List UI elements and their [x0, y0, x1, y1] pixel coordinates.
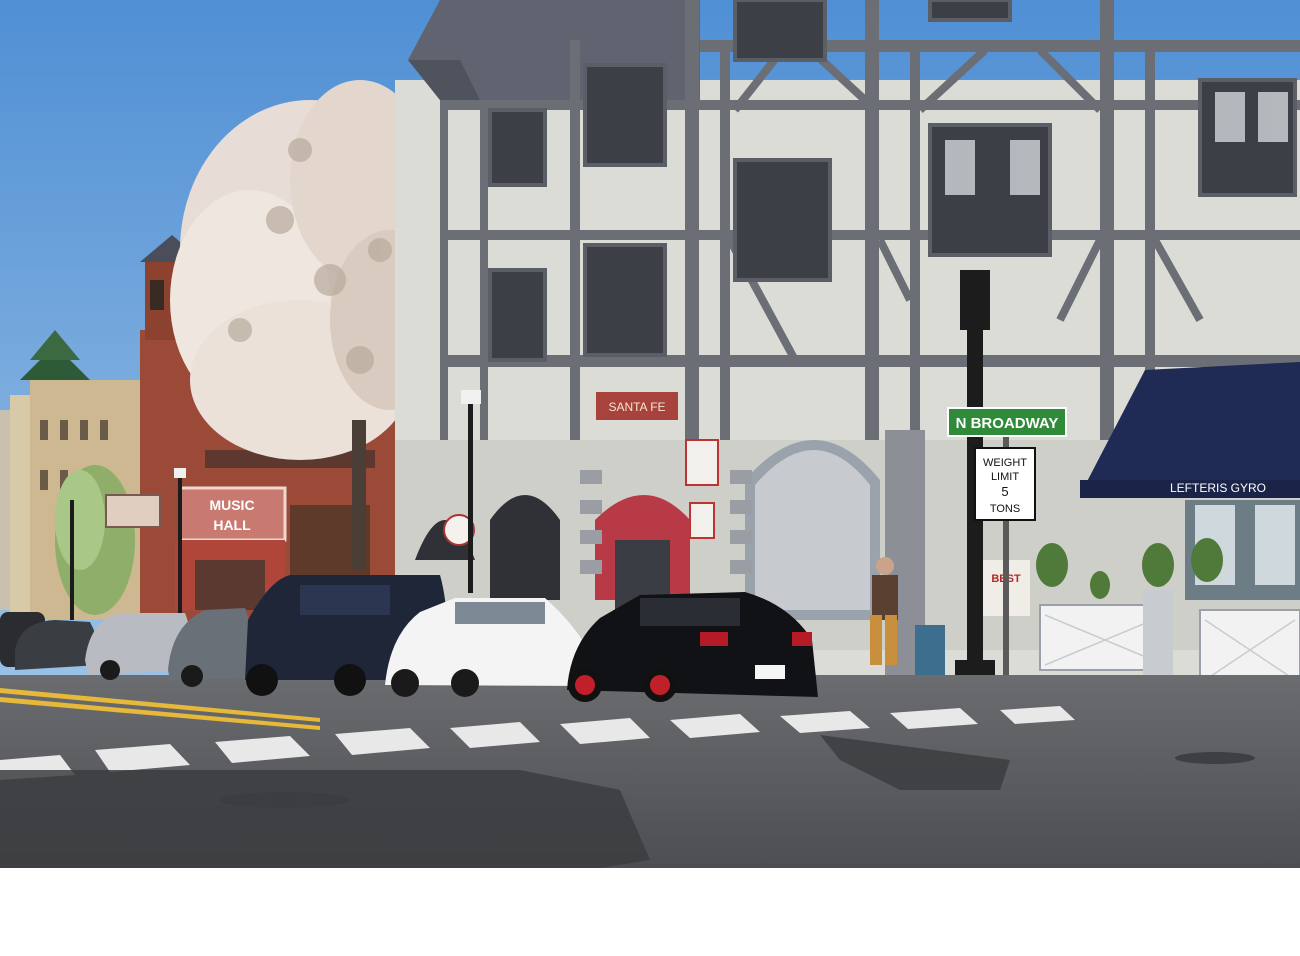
weight-line-4: TONS — [990, 503, 1020, 515]
weight-line-3: 5 — [1001, 484, 1008, 499]
weight-line-1: WEIGHT — [983, 457, 1027, 469]
scene-illustration: SANTA FE MUSIC HALL LEFTERIS GYRO BEST N… — [0, 0, 1300, 868]
santa-fe-sign: SANTA FE — [596, 392, 678, 420]
weight-line-2: LIMIT — [991, 471, 1019, 483]
hall-label: HALL — [213, 517, 251, 533]
santa-fe-label: SANTA FE — [608, 400, 665, 414]
street-scene: SANTA FE MUSIC HALL LEFTERIS GYRO BEST N… — [0, 0, 1300, 868]
n-broadway-label: N BROADWAY — [956, 415, 1059, 432]
trash-can — [915, 625, 945, 675]
music-label: MUSIC — [209, 497, 254, 513]
green-tree — [55, 465, 135, 615]
lefteris-label: LEFTERIS GYRO — [1170, 481, 1266, 495]
